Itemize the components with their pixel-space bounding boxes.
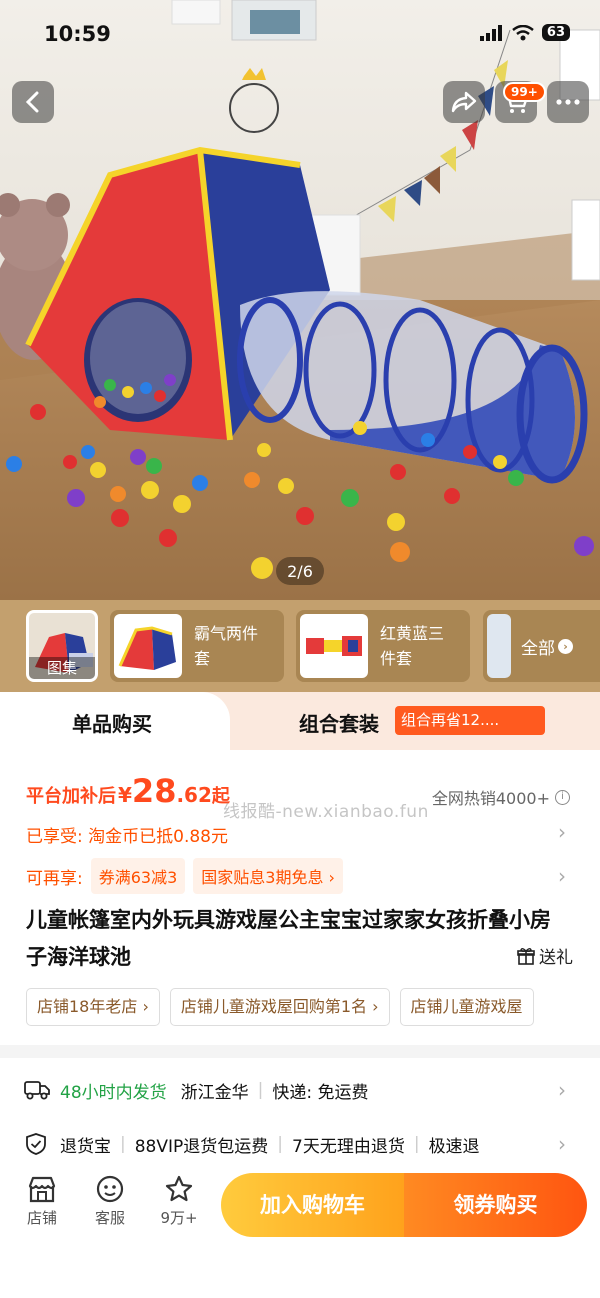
sku-option-two-piece[interactable]: 霸气两件套 <box>110 610 284 682</box>
watermark: 线报酷-new.xianbao.fun <box>223 802 429 822</box>
add-to-cart-button[interactable]: 加入购物车 <box>221 1173 404 1237</box>
status-bar: 10:59 63 <box>0 22 600 52</box>
product-title: 儿童帐篷室内外玩具游戏屋公主宝宝过家家女孩折叠小房子海洋球池 <box>26 908 551 969</box>
share-icon <box>451 91 477 113</box>
sku-thumbnail <box>487 614 511 678</box>
sales-count[interactable]: 全网热销4000+ i <box>432 785 570 809</box>
truck-icon <box>24 1081 50 1100</box>
divider: | <box>413 1134 420 1154</box>
more-button[interactable] <box>547 81 589 123</box>
price-label: 平台加补后 <box>26 786 116 807</box>
customer-service-button[interactable]: 客服 <box>85 1174 135 1228</box>
gallery-label: 图集 <box>29 657 95 679</box>
gift-icon <box>517 947 535 965</box>
sku-view-all-button[interactable]: 全部 › <box>483 610 600 682</box>
service-item: 极速退 <box>428 1136 480 1157</box>
sku-option-label: 霸气两件套 <box>194 624 259 668</box>
chevron-left-icon <box>25 91 39 113</box>
more-dots-icon <box>556 99 580 105</box>
chevron-right-icon[interactable]: › <box>558 1132 566 1156</box>
sku-option-label: 红黄蓝三件套 <box>380 624 445 668</box>
battery-icon: 63 <box>541 24 570 41</box>
cart-count-badge: 99+ <box>503 82 546 102</box>
sales-count-text: 全网热销4000+ <box>431 789 550 808</box>
shop-tag[interactable]: 店铺儿童游戏屋 <box>399 988 534 1026</box>
shop-tag[interactable]: 店铺儿童游戏屋回购第1名 › <box>169 988 390 1026</box>
price-decimal: .62 <box>176 783 212 807</box>
ship-origin: 浙江金华 <box>180 1082 249 1103</box>
tunnel-thumbnail <box>306 636 362 656</box>
service-item: 退货宝 <box>60 1136 111 1157</box>
shipping-fee: 快递: 免运费 <box>272 1082 369 1103</box>
star-icon <box>165 1175 193 1202</box>
gift-button[interactable]: 送礼 <box>517 943 573 968</box>
shop-button[interactable]: 店铺 <box>17 1174 67 1228</box>
coupon-tag[interactable]: 券满63减3 <box>90 858 186 894</box>
shipping-row[interactable]: 48小时内发货 浙江金华 | 快递: 免运费 <box>24 1070 369 1110</box>
shop-label: 店铺 <box>26 1209 57 1227</box>
tab-single-purchase[interactable]: 单品购买 <box>0 692 230 750</box>
back-button[interactable] <box>12 81 54 123</box>
chevron-right-icon[interactable]: › <box>558 1078 566 1102</box>
delivery-info: 48小时内发货 浙江金华 | 快递: 免运费 › 退货宝 | 88VIP退货包运… <box>0 1058 600 1178</box>
chevron-right-icon: › <box>558 638 573 654</box>
tent-thumbnail <box>118 626 176 670</box>
clock: 10:59 <box>44 22 111 46</box>
divider: | <box>257 1080 264 1100</box>
shield-check-icon <box>26 1133 46 1155</box>
price-integer: 28 <box>131 772 177 810</box>
gift-label: 送礼 <box>539 948 573 968</box>
sku-selector: 图集 霸气两件套 红黄蓝三件套 全部 › <box>0 600 600 692</box>
purchase-mode-tabs: 单品购买 组合套装 组合再省12.... <box>0 692 600 750</box>
bundle-savings-badge[interactable]: 组合再省12.... <box>395 706 545 735</box>
tab-bundle[interactable]: 组合套装 <box>299 708 379 737</box>
sku-thumbnail <box>114 614 182 678</box>
chevron-right-icon[interactable]: › <box>558 820 566 844</box>
info-icon: i <box>555 789 570 805</box>
product-info-card: 平台加补后 ¥ 28 .62 起 全网热销4000+ i 线报酷-new.xia… <box>0 750 600 1045</box>
service-item: 88VIP退货包运费 <box>134 1136 269 1157</box>
signal-icon <box>479 24 502 41</box>
wifi-icon <box>512 24 534 40</box>
favorite-count: 9万+ <box>160 1209 198 1227</box>
installment-tag[interactable]: 国家贴息3期免息 › <box>193 858 343 894</box>
bottom-action-bar: 店铺 客服 9万+ 加入购物车 领券购买 <box>0 1162 600 1298</box>
service-label: 客服 <box>94 1209 125 1227</box>
divider: | <box>120 1134 126 1154</box>
price: 平台加补后 ¥ 28 .62 起 <box>26 772 230 810</box>
more-offers[interactable]: 可再享: 券满63减3 国家贴息3期免息 › <box>26 858 351 894</box>
services-row[interactable]: 退货宝 | 88VIP退货包运费 | 7天无理由退货 | 极速退 <box>24 1124 554 1164</box>
favorite-button[interactable]: 9万+ <box>154 1174 204 1228</box>
tab-label: 单品购买 <box>72 712 152 736</box>
ship-time: 48小时内发货 <box>60 1082 167 1103</box>
more-offers-label: 可再享: <box>26 868 83 889</box>
divider: | <box>277 1134 283 1154</box>
applied-discount[interactable]: 已享受: 淘金币已抵0.88元 <box>26 822 228 847</box>
buy-now-button[interactable]: 领券购买 <box>404 1173 587 1237</box>
share-button[interactable] <box>443 81 485 123</box>
system-icons: 63 <box>479 24 570 41</box>
service-item: 7天无理由退货 <box>292 1136 405 1157</box>
price-currency: ¥ <box>118 783 132 807</box>
chat-face-icon <box>96 1175 124 1203</box>
image-counter: 2/6 <box>276 557 324 585</box>
shop-tag[interactable]: 店铺18年老店 › <box>26 988 160 1026</box>
gallery-thumbnail[interactable]: 图集 <box>26 610 98 682</box>
shop-tags: 店铺18年老店 › 店铺儿童游戏屋回购第1名 › 店铺儿童游戏屋 <box>26 988 600 1026</box>
product-image-carousel[interactable]: 10:59 63 99+ 2/6 <box>0 0 600 600</box>
view-all-label: 全部 <box>521 638 555 659</box>
store-icon <box>28 1176 56 1203</box>
chevron-right-icon[interactable]: › <box>558 864 566 888</box>
sku-thumbnail <box>300 614 368 678</box>
sku-option-three-piece[interactable]: 红黄蓝三件套 <box>296 610 470 682</box>
